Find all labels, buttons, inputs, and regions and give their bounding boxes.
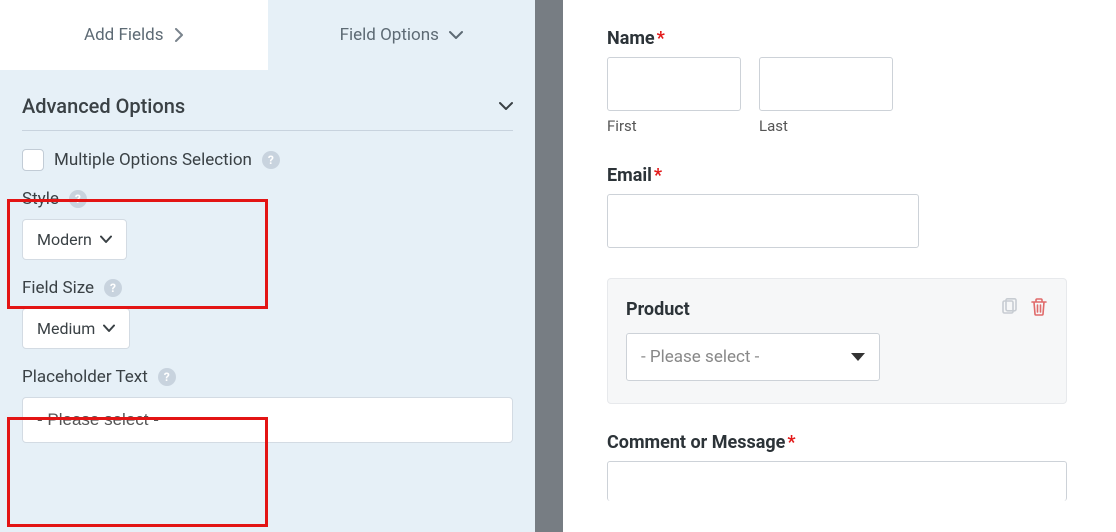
section-title: Advanced Options <box>22 94 185 118</box>
chevron-down-icon <box>100 235 112 244</box>
help-icon[interactable]: ? <box>158 368 176 386</box>
help-icon[interactable]: ? <box>104 279 122 297</box>
comment-label-text: Comment or Message <box>607 432 785 453</box>
first-sublabel: First <box>607 117 741 135</box>
placeholder-text-label: Placeholder Text <box>22 367 148 387</box>
help-icon[interactable]: ? <box>262 151 280 169</box>
name-field-group: First Last <box>607 57 1072 135</box>
help-icon[interactable]: ? <box>69 190 87 208</box>
last-name-input[interactable] <box>759 57 893 111</box>
style-label: Style <box>22 189 59 209</box>
product-field-block[interactable]: Product - Please select - <box>607 278 1067 404</box>
required-asterisk: * <box>654 165 662 186</box>
multiple-selection-checkbox[interactable] <box>22 149 44 171</box>
duplicate-icon[interactable] <box>1000 298 1018 320</box>
option-field-size: Field Size ? Medium <box>0 260 535 349</box>
name-label-text: Name <box>607 28 655 49</box>
section-advanced-options[interactable]: Advanced Options <box>0 70 535 130</box>
comment-textarea[interactable] <box>607 461 1067 501</box>
comment-field-label: Comment or Message* <box>607 432 1072 453</box>
email-input[interactable] <box>607 194 919 248</box>
option-placeholder-text: Placeholder Text ? <box>0 349 535 443</box>
option-style: Style ? Modern <box>0 171 535 260</box>
form-preview-panel: Name* First Last Email* Product <box>563 0 1116 532</box>
email-field-label: Email* <box>607 165 1072 186</box>
tab-field-options[interactable]: Field Options <box>268 0 536 70</box>
chevron-down-icon <box>449 30 463 40</box>
trash-icon[interactable] <box>1030 297 1048 321</box>
product-field-label: Product <box>626 299 690 320</box>
chevron-right-icon <box>174 28 184 42</box>
caret-down-icon <box>851 353 865 361</box>
required-asterisk: * <box>657 28 665 49</box>
field-size-value: Medium <box>37 319 95 338</box>
product-actions <box>1000 297 1048 321</box>
email-label-text: Email <box>607 165 652 186</box>
field-size-select[interactable]: Medium <box>22 308 130 349</box>
tab-field-options-label: Field Options <box>340 25 439 45</box>
required-asterisk: * <box>787 432 795 453</box>
tab-add-fields-label: Add Fields <box>84 25 164 45</box>
panel-gutter <box>535 0 563 532</box>
field-size-label: Field Size <box>22 278 94 298</box>
last-sublabel: Last <box>759 117 893 135</box>
tabs: Add Fields Field Options <box>0 0 535 70</box>
tab-add-fields[interactable]: Add Fields <box>0 0 268 70</box>
left-panel: Add Fields Field Options Advanced Option… <box>0 0 535 532</box>
chevron-down-icon <box>103 324 115 333</box>
product-select[interactable]: - Please select - <box>626 333 880 381</box>
chevron-down-icon <box>499 101 513 111</box>
name-field-label: Name* <box>607 28 1072 49</box>
option-multiple-selection: Multiple Options Selection ? <box>0 131 535 171</box>
product-placeholder: - Please select - <box>641 347 759 367</box>
style-value: Modern <box>37 230 92 249</box>
first-name-input[interactable] <box>607 57 741 111</box>
style-select[interactable]: Modern <box>22 219 127 260</box>
multiple-selection-label: Multiple Options Selection <box>54 150 252 170</box>
placeholder-text-input[interactable] <box>22 397 513 443</box>
